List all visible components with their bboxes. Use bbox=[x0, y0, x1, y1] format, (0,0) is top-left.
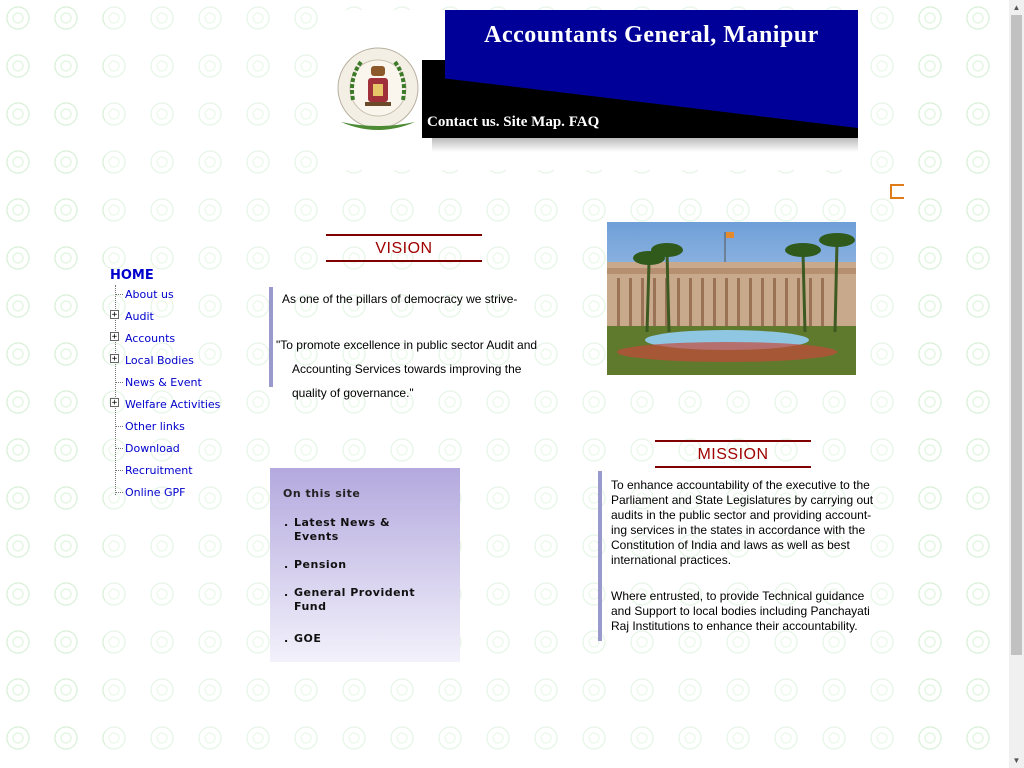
nav-item-other-links[interactable]: Other links bbox=[125, 420, 185, 433]
expand-plus-icon[interactable]: + bbox=[110, 354, 119, 364]
mission-paragraph: Where entrusted, to provide Technical gu… bbox=[611, 589, 870, 633]
on-this-site-title: On this site bbox=[283, 487, 361, 500]
faq-link[interactable]: FAQ bbox=[569, 114, 600, 130]
vision-heading: VISION bbox=[326, 234, 482, 262]
bullet: . bbox=[284, 632, 289, 645]
contact-us-link[interactable]: Contact us. bbox=[427, 114, 500, 130]
nav-branch bbox=[115, 470, 123, 471]
bullet: . bbox=[284, 586, 289, 599]
vision-quote-line: "To promote excellence in public sector … bbox=[276, 338, 538, 352]
nav-item-local-bodies[interactable]: Local Bodies bbox=[125, 354, 194, 367]
nav-item-about-us[interactable]: About us bbox=[125, 288, 174, 301]
site-map-link[interactable]: Site Map. bbox=[503, 114, 565, 130]
mission-accent-bar bbox=[598, 471, 602, 641]
bullet: . bbox=[284, 516, 289, 529]
scroll-up-arrow-icon[interactable]: ▲ bbox=[1009, 0, 1024, 15]
nav-item-audit[interactable]: Audit bbox=[125, 310, 154, 323]
nav-home-link[interactable]: HOME bbox=[110, 268, 154, 283]
vertical-scrollbar[interactable]: ▲ ▼ bbox=[1009, 0, 1024, 768]
scroll-thumb[interactable] bbox=[1011, 15, 1022, 655]
emblem-logo-icon bbox=[335, 38, 421, 136]
nav-item-news-event[interactable]: News & Event bbox=[125, 376, 202, 389]
expand-plus-icon[interactable]: + bbox=[110, 398, 119, 408]
bullet: . bbox=[284, 558, 289, 571]
on-this-site-item-gpf[interactable]: . General Provident Fund bbox=[284, 586, 434, 614]
nav-branch bbox=[115, 382, 123, 383]
vision-quote: "To promote excellence in public sector … bbox=[276, 333, 551, 405]
vision-quote-line: Accounting Services towards improving th… bbox=[292, 362, 522, 376]
on-this-site-item-pension[interactable]: . Pension bbox=[284, 558, 434, 572]
on-this-site-panel: On this site . Latest News & Events . Pens… bbox=[270, 468, 460, 662]
nav-item-recruitment[interactable]: Recruitment bbox=[125, 464, 193, 477]
expand-plus-icon[interactable]: + bbox=[110, 310, 119, 320]
nav-item-welfare-activities[interactable]: Welfare Activities bbox=[125, 398, 220, 411]
nav-item-online-gpf[interactable]: Online GPF bbox=[125, 486, 185, 499]
scroll-down-arrow-icon[interactable]: ▼ bbox=[1009, 753, 1024, 768]
vision-accent-bar bbox=[269, 287, 273, 387]
parliament-photo bbox=[607, 222, 856, 375]
nav-branch bbox=[115, 448, 123, 449]
banner-shadow bbox=[432, 138, 858, 152]
mission-heading: MISSION bbox=[655, 440, 811, 468]
nav-branch bbox=[115, 294, 123, 295]
item-label: Pension bbox=[294, 558, 347, 571]
vision-intro: As one of the pillars of democracy we st… bbox=[282, 292, 518, 306]
orange-corner-marker bbox=[890, 184, 904, 199]
expand-plus-icon[interactable]: + bbox=[110, 332, 119, 342]
vision-quote-line: quality of governance." bbox=[292, 386, 414, 400]
on-this-site-item-latest-news[interactable]: . Latest News & Events bbox=[284, 516, 434, 544]
site-title: Accountants General, Manipur bbox=[484, 22, 819, 48]
item-label: Latest News & Events bbox=[294, 516, 391, 543]
nav-branch bbox=[115, 426, 123, 427]
nav-item-download[interactable]: Download bbox=[125, 442, 180, 455]
nav-branch bbox=[115, 492, 123, 493]
item-label: GOE bbox=[294, 632, 322, 645]
mission-paragraph: To enhance accountability of the executi… bbox=[611, 478, 874, 567]
header-links: Contact us. Site Map. FAQ bbox=[427, 114, 599, 131]
on-this-site-item-goe[interactable]: . GOE bbox=[284, 632, 434, 646]
item-label: General Provident Fund bbox=[294, 586, 416, 613]
nav-item-accounts[interactable]: Accounts bbox=[125, 332, 175, 345]
